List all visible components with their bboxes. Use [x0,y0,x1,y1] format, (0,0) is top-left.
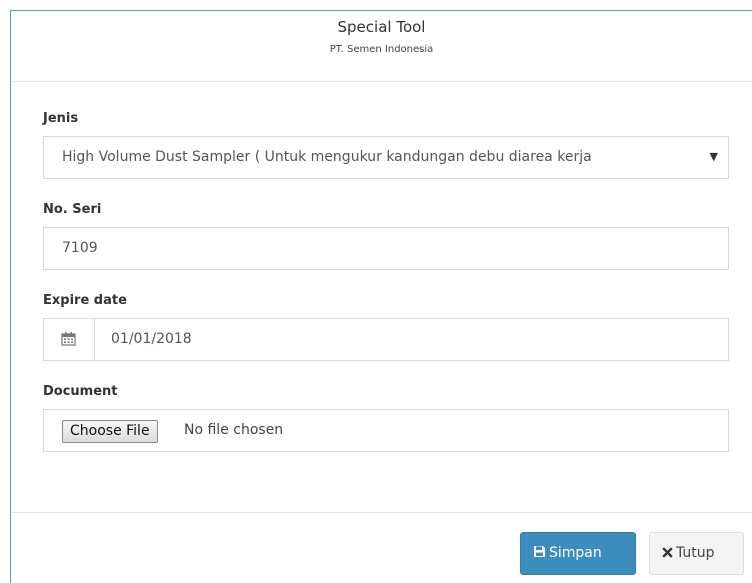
modal-title: Special Tool [337,18,426,36]
document-label: Document [43,384,118,399]
document-file-field: Choose File No file chosen [43,409,729,452]
caret-down-icon: ▼ [709,150,718,163]
modal-body: Jenis High Volume Dust Sampler ( Untuk m… [11,82,752,513]
jenis-label: Jenis [43,111,79,126]
close-button[interactable]: Tutup [649,532,744,575]
close-icon [662,547,673,558]
expire-date-value: 01/01/2018 [111,331,192,347]
modal-header: Special Tool PT. Semen Indonesia [11,11,752,82]
no-seri-label: No. Seri [43,202,102,217]
file-status-text: No file chosen [184,422,284,438]
jenis-selected-value: High Volume Dust Sampler ( Untuk menguku… [62,149,592,165]
special-tool-modal: Special Tool PT. Semen Indonesia Jenis H… [10,10,752,583]
choose-file-button[interactable]: Choose File [62,420,158,443]
save-button[interactable]: Simpan [520,532,636,575]
jenis-select[interactable]: High Volume Dust Sampler ( Untuk menguku… [43,136,729,179]
expire-date-input[interactable]: 01/01/2018 [43,318,729,361]
expire-date-label: Expire date [43,293,127,308]
close-button-label: Tutup [676,545,715,561]
no-seri-value: 7109 [62,240,98,256]
calendar-addon[interactable] [44,319,95,360]
floppy-disk-icon [534,546,545,557]
no-seri-input[interactable]: 7109 [43,227,729,270]
modal-subtitle: PT. Semen Indonesia [329,44,434,55]
save-button-label: Simpan [549,545,602,561]
calendar-icon [61,332,76,346]
modal-footer: Simpan Tutup [11,512,752,583]
